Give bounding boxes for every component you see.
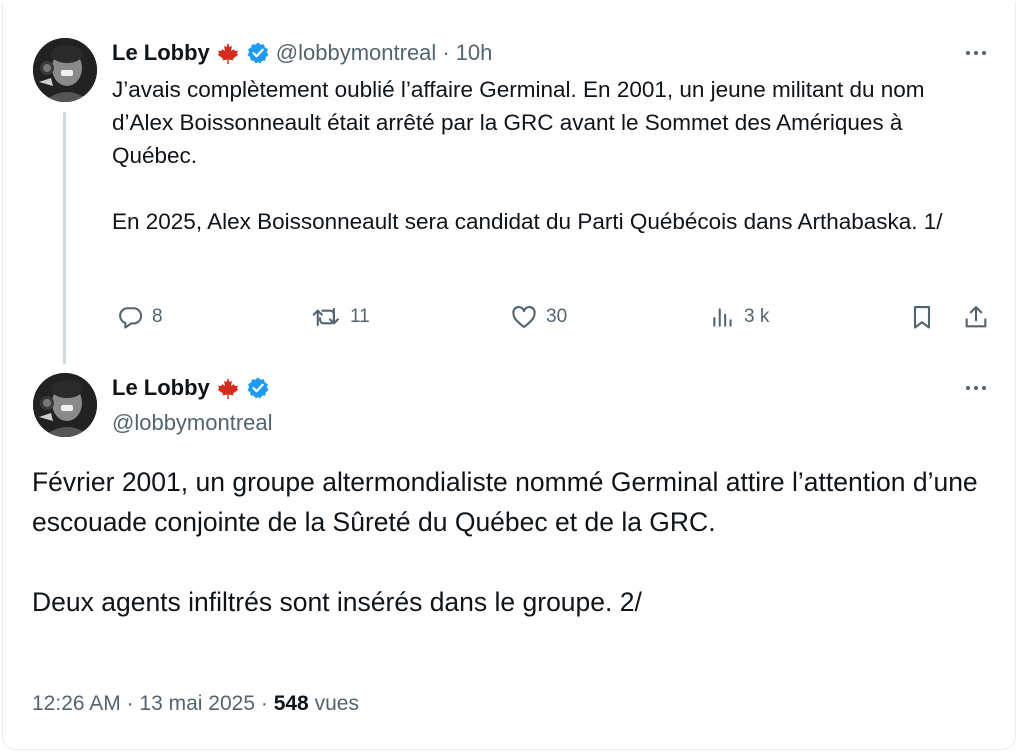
verified-badge-icon[interactable] <box>246 41 270 65</box>
handle[interactable]: @lobbymontreal <box>276 40 437 66</box>
tweet1-text: J’avais complètement oublié l’affaire Ge… <box>112 73 992 271</box>
avatar[interactable] <box>33 373 97 437</box>
heart-icon <box>510 303 538 331</box>
repost-button[interactable]: 11 <box>312 300 370 334</box>
reply-icon <box>116 303 144 331</box>
like-button[interactable]: 30 <box>510 300 567 334</box>
tweet-paragraph: Deux agents infiltrés sont insérés dans … <box>32 587 642 617</box>
verified-badge-icon[interactable] <box>246 376 270 400</box>
tweet-paragraph: J’avais complètement oublié l’affaire Ge… <box>112 77 925 168</box>
separator: · <box>260 692 268 715</box>
more-icon[interactable] <box>961 43 991 63</box>
views-label: vues <box>314 692 359 715</box>
display-name[interactable]: Le Lobby <box>112 375 210 401</box>
tweet2-text: Février 2001, un groupe altermondialiste… <box>32 462 992 662</box>
tweet2-meta: 12:26 AM · 13 mai 2025 · 548 vues <box>32 692 359 716</box>
tweet-paragraph: Février 2001, un groupe altermondialiste… <box>32 467 978 537</box>
like-count: 30 <box>546 306 568 327</box>
tweet-paragraph: En 2025, Alex Boissonneault sera candida… <box>112 209 943 234</box>
share-icon <box>962 303 990 331</box>
views-count: 3 k <box>744 306 770 327</box>
more-icon[interactable] <box>961 378 991 398</box>
reply-button[interactable]: 8 <box>116 300 163 334</box>
display-name[interactable]: Le Lobby <box>112 40 210 66</box>
thread-line <box>63 112 66 364</box>
tweet1-header: Le Lobby @lobbymontreal · 10h <box>112 38 492 68</box>
maple-leaf-icon <box>216 376 240 400</box>
views-count: 548 <box>273 692 309 715</box>
views-button[interactable]: 3 k <box>710 300 769 334</box>
avatar[interactable] <box>33 38 97 102</box>
bookmark-icon <box>908 303 936 331</box>
handle[interactable]: @lobbymontreal <box>112 410 273 436</box>
tweet1-actions: 8 11 30 3 k <box>112 300 992 334</box>
timestamp[interactable]: 12:26 AM <box>32 692 121 715</box>
reply-count: 8 <box>152 306 163 327</box>
maple-leaf-icon <box>216 41 240 65</box>
timestamp[interactable]: 10h <box>456 40 493 66</box>
bookmark-button[interactable] <box>908 300 936 334</box>
separator: · <box>126 692 134 715</box>
tweet2-handle-row: @lobbymontreal <box>112 408 273 438</box>
views-icon <box>710 303 736 331</box>
repost-icon <box>312 303 342 331</box>
tweet2-header: Le Lobby <box>112 373 270 403</box>
separator: · <box>442 40 450 65</box>
share-button[interactable] <box>962 300 990 334</box>
repost-count: 11 <box>350 306 370 327</box>
date[interactable]: 13 mai 2025 <box>139 692 255 715</box>
